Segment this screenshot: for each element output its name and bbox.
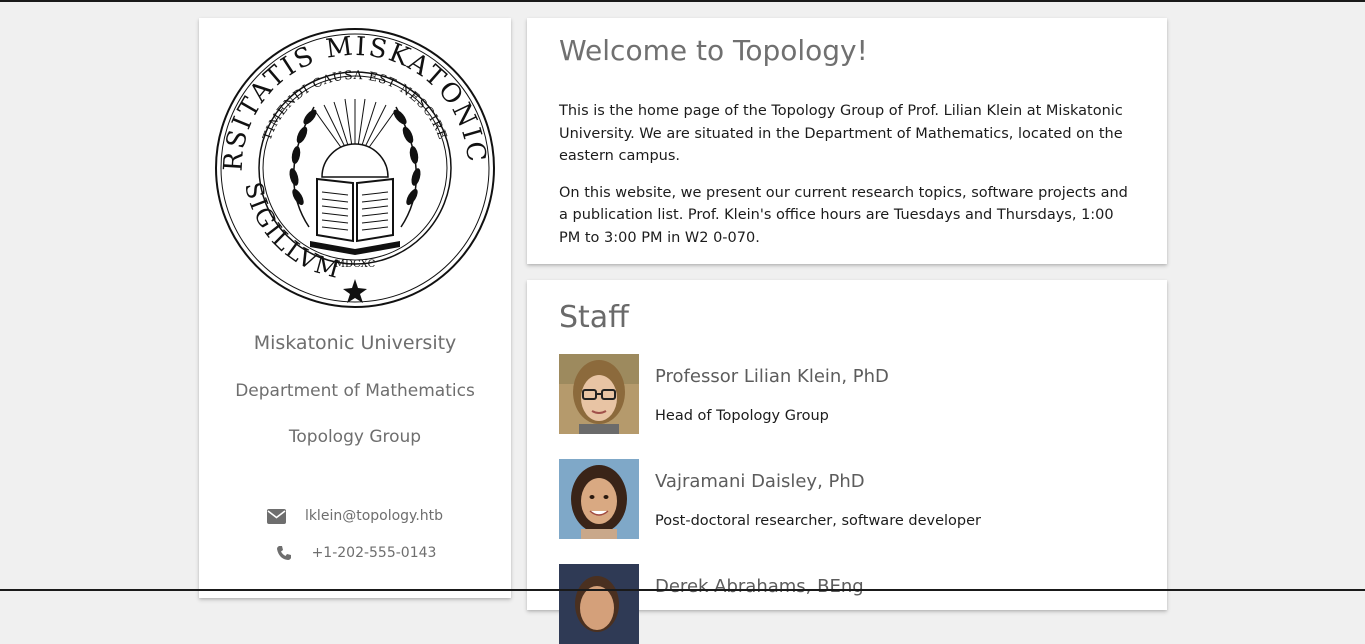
staff-role: Post-doctoral researcher, software devel…: [655, 513, 981, 529]
staff-name: Derek Abrahams, BEng: [655, 576, 864, 597]
welcome-paragraph-2: On this website, we present our current …: [559, 184, 1128, 246]
group-name: Topology Group: [288, 427, 422, 447]
top-border: [0, 0, 1365, 2]
staff-title: Staff: [559, 300, 629, 335]
svg-text:MDCXC: MDCXC: [335, 259, 376, 270]
staff-member: Derek Abrahams, BEng: [559, 564, 1139, 644]
university-seal-logo: UNIVERSITATIS MISKATONICIENSIS SIGILLVM …: [214, 27, 495, 308]
staff-photo: [559, 564, 639, 644]
staff-photo: [559, 459, 639, 539]
department-name: Department of Mathematics: [235, 381, 475, 401]
email-text[interactable]: lklein@topology.htb: [305, 508, 443, 524]
welcome-title: Welcome to Topology!: [559, 34, 868, 67]
university-name: Miskatonic University: [253, 332, 457, 354]
staff-role: Head of Topology Group: [655, 408, 829, 424]
welcome-paragraph-1: This is the home page of the Topology Gr…: [559, 103, 1123, 164]
staff-member: Professor Lilian Klein, PhD Head of Topo…: [559, 354, 1139, 434]
contact-email[interactable]: lklein@topology.htb: [199, 508, 511, 524]
envelope-icon: [267, 508, 287, 524]
staff-member: Vajramani Daisley, PhD Post-doctoral res…: [559, 459, 1139, 539]
staff-name: Professor Lilian Klein, PhD: [655, 366, 889, 387]
phone-text: +1-202-555-0143: [311, 545, 437, 561]
staff-card: Staff Professor Lilian Klein, PhD Head o…: [527, 280, 1167, 644]
welcome-card: Welcome to Topology! This is the home pa…: [527, 18, 1167, 264]
phone-icon: [274, 545, 294, 561]
sidebar-card: UNIVERSITATIS MISKATONICIENSIS SIGILLVM …: [199, 18, 511, 598]
staff-photo: [559, 354, 639, 434]
contact-phone[interactable]: +1-202-555-0143: [199, 545, 511, 561]
staff-name: Vajramani Daisley, PhD: [655, 471, 865, 492]
